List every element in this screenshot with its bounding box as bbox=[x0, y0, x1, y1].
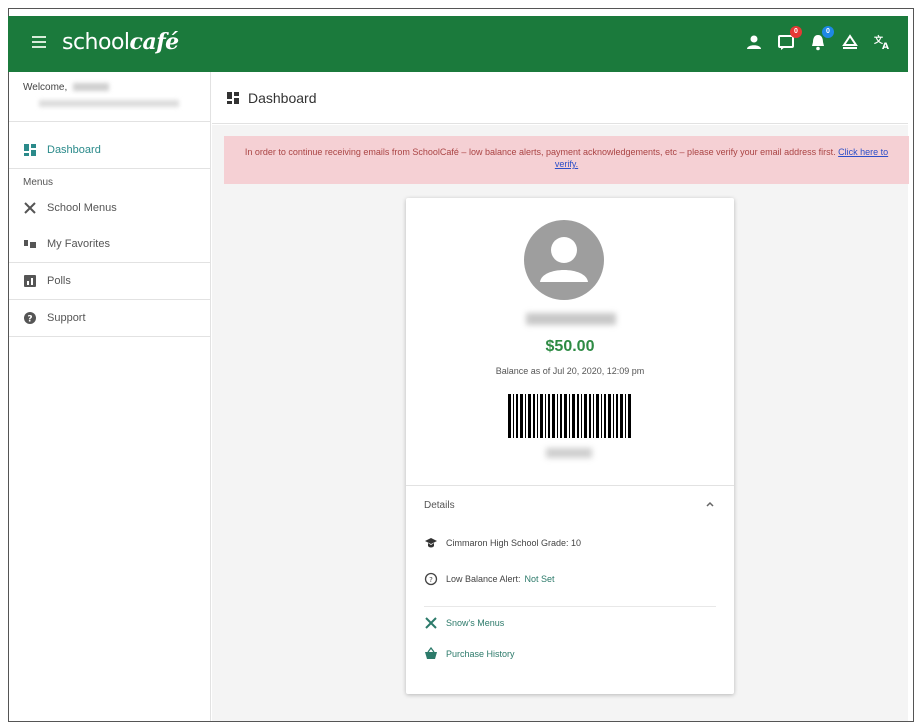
low-balance-value: Not Set bbox=[524, 574, 555, 584]
messages-icon[interactable]: 0 bbox=[776, 26, 802, 52]
redacted-user-email bbox=[39, 100, 179, 107]
graduation-cap-icon bbox=[424, 536, 438, 550]
welcome-label: Welcome, bbox=[23, 82, 68, 93]
redacted-user-name bbox=[73, 83, 110, 92]
avatar-icon bbox=[524, 220, 604, 300]
help-icon: ? bbox=[23, 311, 37, 325]
balance-as-of: Balance as of Jul 20, 2020, 12:09 pm bbox=[495, 366, 645, 376]
logo-brand: café bbox=[129, 29, 180, 55]
sidebar-item-dashboard[interactable]: Dashboard bbox=[9, 132, 210, 168]
sidebar-item-label: My Favorites bbox=[47, 238, 110, 250]
messages-badge: 0 bbox=[790, 26, 802, 38]
accessibility-icon[interactable] bbox=[840, 32, 860, 52]
sidebar-divider bbox=[9, 336, 210, 337]
welcome-panel: Welcome, bbox=[9, 72, 210, 122]
alert-text: In order to continue receiving emails fr… bbox=[244, 147, 836, 157]
sidebar-section-menus: Menus bbox=[23, 177, 54, 188]
poll-icon bbox=[23, 274, 37, 288]
sidebar-item-label: Polls bbox=[47, 275, 71, 287]
svg-text:?: ? bbox=[27, 315, 32, 325]
translate-icon[interactable]: 文A bbox=[872, 32, 892, 52]
hamburger-menu-icon[interactable] bbox=[32, 36, 46, 50]
page-title: Dashboard bbox=[248, 89, 317, 106]
basket-icon bbox=[424, 647, 438, 661]
chevron-up-icon[interactable] bbox=[704, 498, 716, 510]
sidebar: Welcome, Dashboard Menus School Menus My… bbox=[9, 72, 211, 721]
sidebar-item-label: School Menus bbox=[47, 202, 117, 214]
clock-alert-icon: ? bbox=[424, 572, 438, 586]
sidebar-item-my-favorites[interactable]: My Favorites bbox=[9, 226, 210, 262]
student-barcode bbox=[508, 394, 631, 438]
details-panel: Details Cimmaron High School Grade: 10 ?… bbox=[406, 485, 734, 694]
purchase-history-label: Purchase History bbox=[446, 649, 515, 659]
account-icon[interactable] bbox=[744, 32, 764, 52]
sidebar-item-label: Dashboard bbox=[47, 144, 101, 156]
main-header: Dashboard bbox=[212, 72, 908, 124]
top-app-bar: schoolcafé 0 0 文A bbox=[8, 16, 908, 72]
balance-amount: $50.00 bbox=[545, 338, 595, 355]
low-balance-label: Low Balance Alert: bbox=[446, 574, 521, 584]
redacted-student-id bbox=[546, 448, 592, 458]
favorites-icon bbox=[23, 237, 37, 251]
fork-knife-icon bbox=[424, 616, 438, 630]
redacted-student-name bbox=[526, 313, 616, 325]
low-balance-row: ? Low Balance Alert: Not Set bbox=[424, 572, 555, 586]
schoolcafe-logo[interactable]: schoolcafé bbox=[62, 29, 179, 55]
sidebar-item-polls[interactable]: Polls bbox=[9, 263, 210, 299]
student-card: $50.00 Balance as of Jul 20, 2020, 12:09… bbox=[406, 198, 734, 694]
logo-prefix: school bbox=[62, 30, 130, 55]
sidebar-item-school-menus[interactable]: School Menus bbox=[9, 190, 210, 226]
notifications-badge: 0 bbox=[822, 26, 834, 38]
top-icons: 0 0 文A bbox=[744, 26, 892, 52]
svg-text:?: ? bbox=[429, 576, 433, 584]
verify-email-alert: In order to continue receiving emails fr… bbox=[224, 136, 909, 184]
school-grade-text: Cimmaron High School Grade: 10 bbox=[446, 538, 582, 548]
details-label: Details bbox=[424, 500, 455, 511]
fork-knife-icon bbox=[23, 201, 37, 215]
menus-link-label: Snow's Menus bbox=[446, 618, 505, 628]
notifications-icon[interactable]: 0 bbox=[808, 26, 834, 52]
menus-link[interactable]: Snow's Menus bbox=[424, 616, 504, 630]
svg-text:A: A bbox=[882, 42, 889, 52]
dashboard-icon bbox=[227, 91, 239, 104]
sidebar-item-label: Support bbox=[47, 312, 86, 324]
school-grade-row: Cimmaron High School Grade: 10 bbox=[424, 536, 581, 550]
purchase-history-link[interactable]: Purchase History bbox=[424, 647, 515, 661]
dashboard-icon bbox=[23, 143, 37, 157]
sidebar-item-support[interactable]: ? Support bbox=[9, 300, 210, 336]
details-divider bbox=[424, 606, 716, 607]
